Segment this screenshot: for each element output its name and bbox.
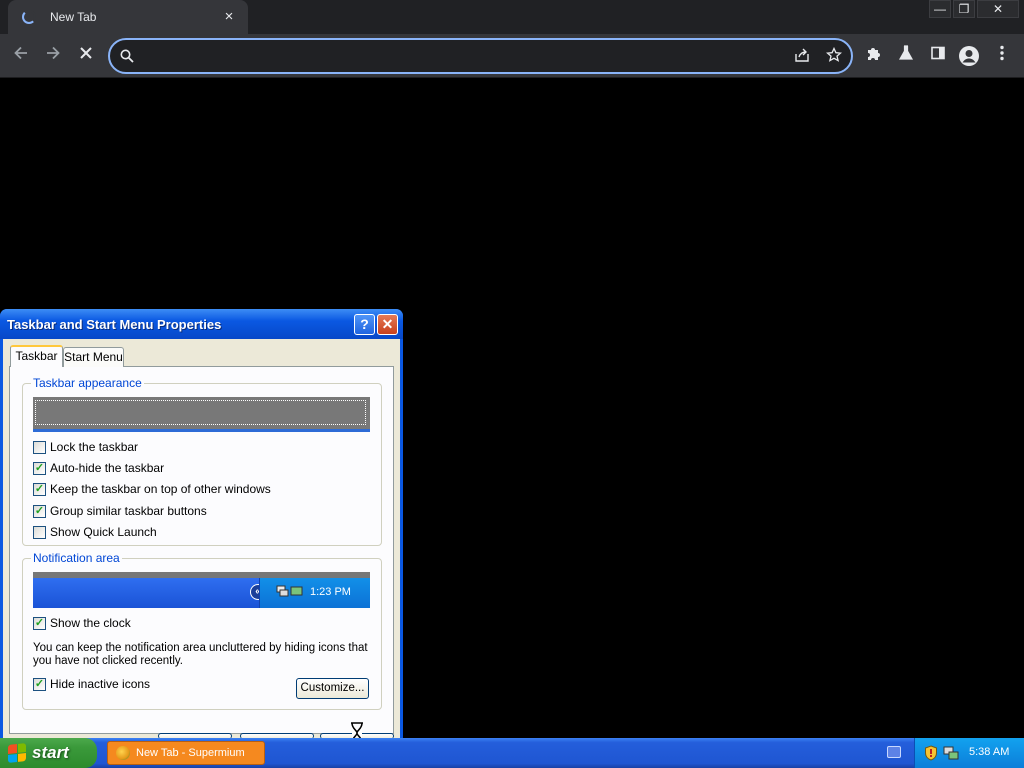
window-restore-button[interactable]: ❐ [953,0,975,18]
preview-tray: 1:23 PM [259,578,370,608]
tab-new-tab[interactable]: New Tab × [8,0,248,34]
back-icon[interactable] [9,44,33,68]
browser-toolbar [0,34,1024,78]
window-close-button[interactable]: ✕ [977,0,1019,18]
checkbox-auto-hide[interactable]: ✓ Auto-hide the taskbar [33,461,164,475]
taskbar-appearance-preview [33,397,370,432]
browser-app-icon [116,746,130,760]
checkbox-hide-inactive[interactable]: ✓ Hide inactive icons [33,677,150,691]
checkbox-box[interactable]: ✓ [33,616,46,630]
tab-close-icon[interactable]: × [220,8,238,26]
group-label-appearance: Taskbar appearance [31,376,144,390]
browser-window: New Tab × — ❐ ✕ [0,0,1024,78]
windows-taskbar: start New Tab - Supermium 5:38 AM [0,738,1024,768]
dialog-titlebar[interactable]: Taskbar and Start Menu Properties ? ✕ [0,309,403,339]
checkbox-box[interactable] [33,525,46,539]
help-button[interactable]: ? [354,314,375,335]
checkbox-keep-on-top[interactable]: ✓ Keep the taskbar on top of other windo… [33,482,271,496]
checkbox-quick-launch[interactable]: Show Quick Launch [33,525,157,539]
taskbar-button-supermium[interactable]: New Tab - Supermium [107,741,265,765]
checkbox-label: Keep the taskbar on top of other windows [50,482,271,496]
preview-focus-outline [35,400,366,425]
loading-spinner-icon [22,10,36,24]
checkbox-lock-taskbar[interactable]: Lock the taskbar [33,440,138,454]
group-label-notification: Notification area [31,551,122,565]
desktop: New Tab × — ❐ ✕ Taskbar and Start Menu P… [0,0,1024,768]
start-label: start [32,743,69,762]
checkbox-label: Show the clock [50,616,131,630]
taskbar-button-label: New Tab - Supermium [136,747,245,759]
checkbox-label: Show Quick Launch [50,525,157,539]
stop-icon[interactable] [74,44,98,68]
checkbox-group-buttons[interactable]: ✓ Group similar taskbar buttons [33,504,207,518]
menu-icon[interactable] [991,45,1013,67]
search-icon [120,49,134,68]
checkbox-show-clock[interactable]: ✓ Show the clock [33,616,131,630]
checkbox-box[interactable]: ✓ [33,482,46,496]
checkbox-label: Lock the taskbar [50,440,139,454]
tab-taskbar[interactable]: Taskbar [10,345,63,367]
tab-title: New Tab [50,10,97,24]
profile-icon[interactable] [958,45,980,67]
start-button[interactable]: start [0,738,97,768]
share-icon[interactable] [792,47,812,67]
network-icon [276,584,304,601]
notification-description: You can keep the notification area unclu… [33,642,368,667]
omnibox[interactable] [108,38,853,74]
customize-button[interactable]: Customize... [296,678,369,699]
address-input[interactable] [140,46,780,66]
sidepanel-icon[interactable] [927,45,949,67]
checkbox-box[interactable] [33,440,46,454]
taskbar-clock: 5:38 AM [969,746,1010,758]
system-tray: 5:38 AM [914,738,1024,768]
checkbox-label: Auto-hide the taskbar [50,461,165,475]
checkbox-label: Hide inactive icons [50,677,151,691]
checkbox-box[interactable]: ✓ [33,504,46,518]
window-minimize-button[interactable]: — [929,0,951,18]
labs-icon[interactable] [895,45,917,67]
preview-clock: 1:23 PM [310,586,351,598]
windows-logo-icon [8,743,26,763]
forward-icon[interactable] [41,44,65,68]
tab-start-menu[interactable]: Start Menu [63,347,124,367]
checkbox-label: Group similar taskbar buttons [50,504,207,518]
star-icon[interactable] [824,46,844,67]
dialog-close-button[interactable]: ✕ [377,314,398,335]
network-tray-icon[interactable] [943,745,959,766]
keyboard-icon[interactable] [887,746,901,758]
security-shield-icon[interactable] [924,745,938,766]
checkbox-box[interactable]: ✓ [33,677,46,691]
tab-strip: New Tab × — ❐ ✕ [0,0,1024,34]
dialog-title: Taskbar and Start Menu Properties [7,317,222,332]
checkbox-box[interactable]: ✓ [33,461,46,475]
notification-area-preview: « 1:23 PM [33,572,370,608]
extensions-icon[interactable] [863,45,885,67]
